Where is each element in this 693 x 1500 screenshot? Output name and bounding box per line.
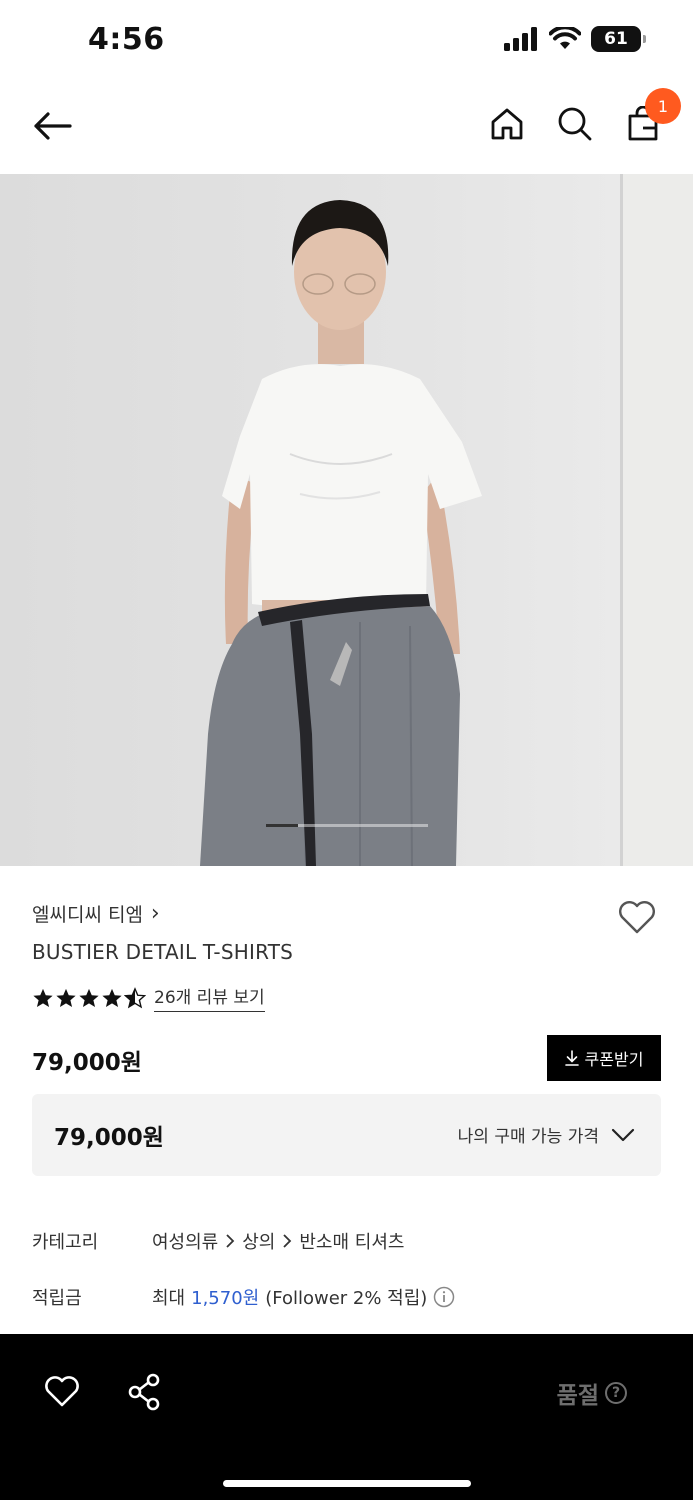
home-indicator bbox=[223, 1480, 471, 1487]
battery-icon: 61 bbox=[591, 26, 646, 52]
nav-actions: 1 bbox=[485, 88, 681, 146]
star-icon bbox=[102, 988, 122, 1007]
back-arrow-icon bbox=[34, 112, 72, 140]
cellular-signal-icon bbox=[504, 27, 537, 51]
points-suffix: (Follower 2% 적립) bbox=[265, 1288, 428, 1309]
bottom-wishlist-button[interactable] bbox=[42, 1372, 82, 1412]
cart-button[interactable]: 1 bbox=[621, 88, 681, 146]
share-icon bbox=[128, 1373, 160, 1411]
category-key: 카테고리 bbox=[32, 1232, 99, 1253]
my-price-label: 나의 구매 가능 가격 bbox=[457, 1127, 599, 1147]
category-link-1[interactable]: 여성의류 bbox=[152, 1228, 218, 1254]
search-button[interactable] bbox=[553, 102, 597, 146]
rating-stars bbox=[32, 986, 146, 1009]
cart-count-badge: 1 bbox=[645, 88, 681, 124]
share-button[interactable] bbox=[125, 1372, 165, 1412]
chevron-right-icon bbox=[283, 1234, 292, 1248]
status-time: 4:56 bbox=[88, 22, 165, 57]
category-link-2[interactable]: 상의 bbox=[242, 1228, 275, 1254]
chevron-right-icon: › bbox=[150, 900, 160, 926]
points-value-group: 최대 1,570원 (Follower 2% 적립) bbox=[152, 1284, 455, 1310]
home-button[interactable] bbox=[485, 102, 529, 146]
my-price-value: 79,000원 bbox=[54, 1125, 164, 1151]
carousel-indicator-active bbox=[266, 824, 298, 827]
my-price-toggle[interactable]: 나의 구매 가능 가격 bbox=[458, 1122, 635, 1147]
rating-row: 26개 리뷰 보기 bbox=[32, 983, 265, 1012]
star-half-icon bbox=[124, 986, 146, 1008]
points-row: 적립금 최대 1,570원 (Follower 2% 적립) bbox=[32, 1284, 455, 1310]
product-photo bbox=[200, 174, 693, 866]
wifi-icon bbox=[549, 27, 581, 49]
nav-bar: 1 bbox=[0, 80, 693, 174]
battery-level: 61 bbox=[604, 29, 628, 49]
back-button[interactable] bbox=[30, 104, 74, 148]
soldout-label: 품절 bbox=[556, 1383, 599, 1409]
brand-name: 엘씨디씨 티엠 bbox=[32, 904, 143, 926]
heart-outline-icon bbox=[45, 1376, 79, 1407]
info-icon[interactable] bbox=[433, 1286, 455, 1308]
product-title: BUSTIER DETAIL T-SHIRTS bbox=[32, 940, 294, 964]
product-price: 79,000원 bbox=[32, 1050, 142, 1076]
points-key: 적립금 bbox=[32, 1288, 82, 1309]
star-icon bbox=[56, 988, 76, 1007]
status-bar: 4:56 61 bbox=[0, 0, 693, 80]
help-icon[interactable]: ? bbox=[605, 1382, 627, 1404]
chevron-down-icon bbox=[611, 1128, 635, 1141]
wishlist-button[interactable] bbox=[617, 898, 657, 938]
coupon-button-label: 쿠폰받기 bbox=[584, 1050, 644, 1069]
reviews-link[interactable]: 26개 리뷰 보기 bbox=[154, 983, 265, 1012]
star-icon bbox=[79, 988, 99, 1007]
download-icon bbox=[564, 1050, 579, 1066]
product-image-carousel[interactable] bbox=[0, 174, 693, 866]
soldout-status: 품절 ? bbox=[557, 1376, 627, 1410]
coupon-button[interactable]: 쿠폰받기 bbox=[547, 1035, 661, 1081]
bottom-action-bar: 품절 ? bbox=[0, 1334, 693, 1500]
category-row: 카테고리 여성의류 상의 반소매 티셔츠 bbox=[32, 1228, 404, 1254]
chevron-right-icon bbox=[226, 1234, 235, 1248]
points-prefix: 최대 bbox=[152, 1288, 186, 1309]
search-icon bbox=[558, 107, 592, 141]
heart-outline-icon bbox=[619, 901, 655, 934]
home-icon bbox=[491, 108, 523, 140]
category-path: 여성의류 상의 반소매 티셔츠 bbox=[152, 1228, 404, 1254]
brand-link[interactable]: 엘씨디씨 티엠 › bbox=[32, 900, 160, 927]
points-value: 1,570원 bbox=[191, 1288, 260, 1309]
my-price-dropdown[interactable]: 79,000원 나의 구매 가능 가격 bbox=[32, 1094, 661, 1176]
status-icons: 61 bbox=[503, 26, 646, 52]
star-icon bbox=[33, 988, 53, 1007]
carousel-indicator bbox=[266, 824, 428, 827]
category-link-3[interactable]: 반소매 티셔츠 bbox=[299, 1228, 404, 1254]
